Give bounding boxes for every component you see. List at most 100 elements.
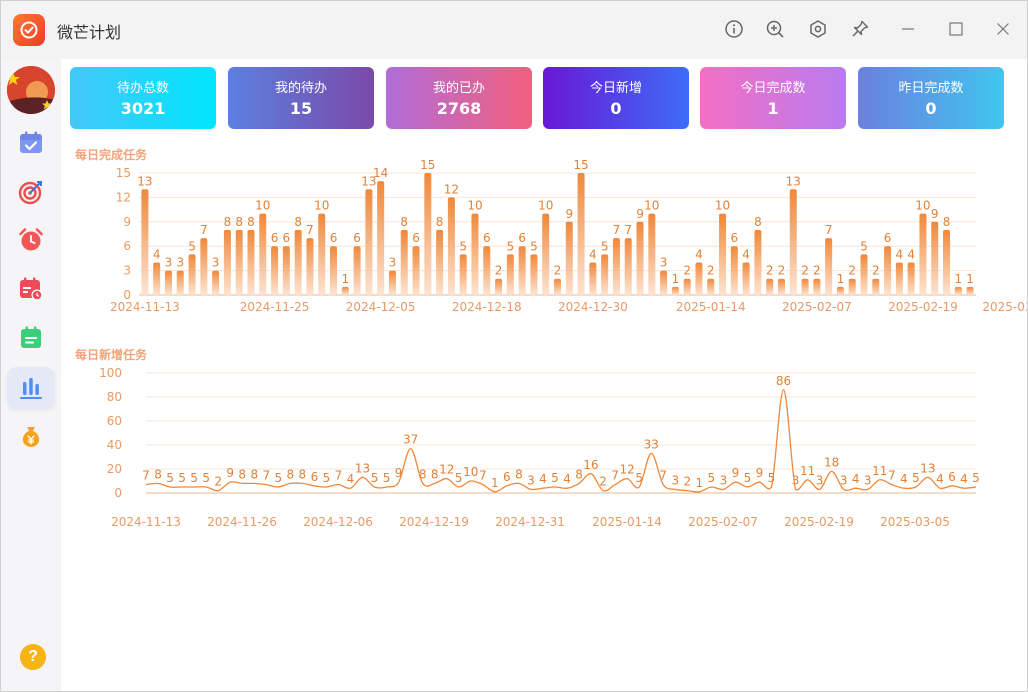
data-label: 4 — [153, 247, 161, 261]
data-label: 5 — [635, 471, 643, 485]
data-label: 3 — [212, 256, 220, 270]
data-label: 15 — [420, 158, 435, 172]
bar — [542, 213, 550, 295]
close-icon[interactable] — [991, 17, 1015, 41]
bar — [141, 189, 149, 295]
data-label: 2 — [707, 264, 715, 278]
data-label: 5 — [274, 471, 282, 485]
data-label: 8 — [154, 467, 162, 481]
bar — [377, 181, 385, 295]
data-label: 1 — [341, 272, 349, 286]
stat-card-label: 今日完成数 — [740, 81, 806, 96]
pin-icon[interactable] — [848, 17, 872, 41]
bar — [294, 229, 302, 295]
data-label: 3 — [720, 473, 728, 487]
x-tick-label: 2024-12-06 — [303, 515, 373, 529]
bar — [424, 173, 432, 295]
bar — [412, 246, 420, 295]
bar — [200, 238, 208, 295]
x-tick-label: 2025-02-19 — [888, 300, 958, 314]
stat-card[interactable]: 我的已办 2768 — [386, 67, 532, 129]
data-label: 1 — [954, 272, 962, 286]
data-label: 4 — [900, 472, 908, 486]
minimize-icon[interactable] — [896, 17, 920, 41]
data-label: 8 — [515, 467, 523, 481]
help-button[interactable]: ? — [20, 644, 46, 670]
data-label: 7 — [335, 469, 343, 483]
bar — [907, 262, 915, 295]
bar — [388, 270, 396, 295]
data-label: 6 — [948, 470, 956, 484]
x-tick-label: 2024-12-18 — [452, 300, 522, 314]
bar — [966, 286, 974, 295]
bar — [247, 229, 255, 295]
data-label: 2 — [683, 264, 691, 278]
stat-card[interactable]: 我的待办 15 — [228, 67, 374, 129]
data-label: 7 — [659, 469, 667, 483]
bar — [282, 246, 290, 295]
stat-card-value: 2768 — [436, 99, 482, 118]
data-label: 5 — [178, 471, 186, 485]
data-label: 9 — [395, 466, 403, 480]
data-label: 2 — [813, 264, 821, 278]
data-label: 14 — [373, 166, 388, 180]
data-label: 3 — [176, 256, 184, 270]
data-label: 10 — [314, 199, 329, 213]
bar — [459, 254, 467, 295]
data-label: 10 — [915, 199, 930, 213]
bar — [730, 246, 738, 295]
x-tick-label: 2024-11-26 — [207, 515, 277, 529]
data-label: 11 — [800, 464, 815, 478]
data-label: 13 — [137, 174, 152, 188]
data-label: 5 — [972, 471, 980, 485]
bar — [612, 238, 620, 295]
data-label: 9 — [636, 207, 644, 221]
x-tick-label: 2024-12-05 — [346, 300, 416, 314]
maximize-icon[interactable] — [944, 17, 968, 41]
stat-card[interactable]: 待办总数 3021 — [70, 67, 216, 129]
data-label: 2 — [766, 264, 774, 278]
data-label: 1 — [837, 272, 845, 286]
data-label: 6 — [330, 231, 338, 245]
bar — [436, 229, 444, 295]
data-label: 8 — [431, 467, 439, 481]
bar — [495, 278, 503, 295]
data-label: 8 — [238, 467, 246, 481]
data-label: 9 — [756, 466, 764, 480]
data-label: 5 — [190, 471, 198, 485]
bar — [848, 278, 856, 295]
y-tick-label: 6 — [123, 239, 131, 253]
bar — [943, 229, 951, 295]
stat-card[interactable]: 今日完成数 1 — [700, 67, 846, 129]
data-label: 2 — [599, 475, 607, 489]
x-tick-label: 2024-12-31 — [495, 515, 565, 529]
data-label: 86 — [776, 374, 791, 388]
bar — [483, 246, 491, 295]
info-icon[interactable] — [722, 17, 746, 41]
settings-hexagon-icon[interactable] — [806, 17, 830, 41]
zoom-in-icon[interactable] — [763, 17, 787, 41]
bar — [306, 238, 314, 295]
data-label: 5 — [323, 471, 331, 485]
data-label: 13 — [355, 461, 370, 475]
data-label: 7 — [262, 469, 270, 483]
data-label: 5 — [455, 471, 463, 485]
y-tick-label: 15 — [116, 166, 131, 180]
data-label: 2 — [872, 264, 880, 278]
data-label: 5 — [383, 471, 391, 485]
avatar[interactable] — [7, 66, 55, 114]
bar — [801, 278, 809, 295]
app-title: 微芒计划 — [57, 23, 122, 42]
stat-card[interactable]: 今日新增 0 — [543, 67, 689, 129]
bar — [931, 221, 939, 295]
stat-card[interactable]: 昨日完成数 0 — [858, 67, 1004, 129]
x-tick-label: 2025-03-04 — [982, 300, 1027, 314]
bar — [648, 213, 656, 295]
bar — [683, 278, 691, 295]
data-label: 8 — [250, 467, 258, 481]
data-label: 5 — [912, 471, 920, 485]
data-label: 3 — [165, 256, 173, 270]
bar — [813, 278, 821, 295]
data-label: 6 — [884, 231, 892, 245]
data-label: 3 — [864, 473, 872, 487]
